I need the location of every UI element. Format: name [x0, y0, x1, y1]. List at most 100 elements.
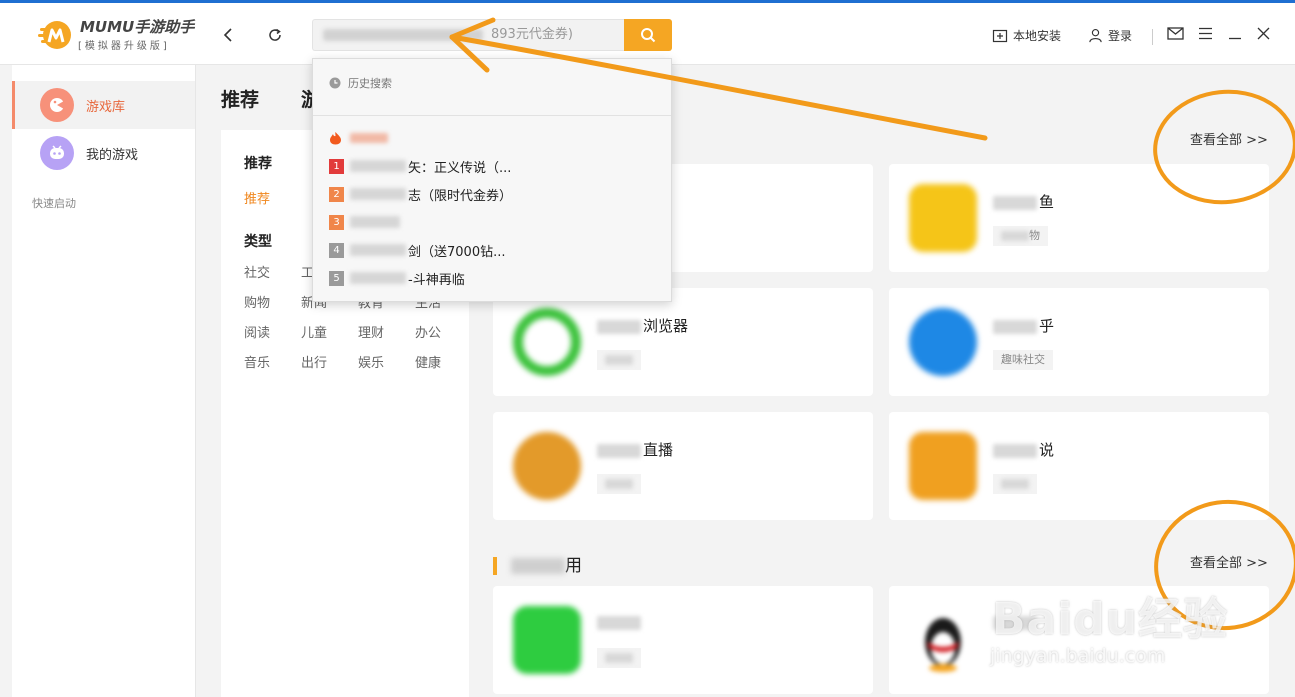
app-card[interactable]: 说 — [889, 412, 1269, 520]
sidebar-item-game-library[interactable]: 游戏库 — [12, 81, 195, 129]
rank-badge: 4 — [329, 242, 344, 258]
clock-icon — [329, 77, 341, 89]
quick-launch-label: 快速启动 — [32, 197, 76, 210]
blurred-text — [605, 355, 633, 365]
category-item[interactable]: 娱乐 — [358, 352, 415, 371]
sidebar-item-my-games[interactable]: 我的游戏 — [12, 129, 195, 177]
mumu-logo-icon — [38, 21, 71, 49]
local-install-icon — [992, 29, 1008, 42]
blurred-text — [993, 195, 1037, 210]
blurred-text — [350, 133, 388, 143]
view-all-link-2[interactable]: 查看全部 >> — [1190, 552, 1268, 571]
zhihu-app-icon — [909, 308, 977, 376]
penguin-icon — [925, 618, 961, 672]
login-label: 登录 — [1108, 29, 1133, 43]
category-item[interactable]: 购物 — [244, 292, 301, 311]
hot-search-item[interactable]: 4 剑（送7000钻... — [329, 241, 506, 260]
app-name: 说 — [993, 439, 1054, 460]
category-item[interactable]: 办公 — [415, 322, 472, 341]
blurred-text — [350, 244, 406, 256]
novel-app-icon — [909, 432, 977, 500]
category-heading-type: 类型 — [244, 234, 272, 250]
hot-search-text: 剑（送7000钻... — [408, 244, 506, 260]
app-tag: 物 — [993, 226, 1048, 246]
search-button[interactable] — [624, 19, 672, 51]
blurred-text — [511, 558, 565, 574]
rank-badge: 5 — [329, 270, 344, 286]
sidebar-item-label: 游戏库 — [86, 99, 126, 115]
minimize-button[interactable] — [1228, 27, 1242, 40]
hot-search-text: -斗神再临 — [408, 272, 465, 288]
search-icon — [641, 28, 656, 43]
sidebar-item-label: 我的游戏 — [86, 147, 139, 163]
blurred-text — [350, 160, 406, 172]
toolbar-divider — [1152, 29, 1153, 45]
blurred-text — [597, 443, 641, 458]
blurred-text — [1001, 231, 1029, 241]
rank-badge: 2 — [329, 186, 344, 202]
app-tag: 趣味社交 — [993, 350, 1053, 370]
close-button[interactable] — [1257, 27, 1270, 40]
app-name: 浏览器 — [597, 315, 688, 336]
hot-search-text: 志（限时代金券） — [408, 188, 513, 204]
blurred-text — [350, 188, 406, 200]
mail-icon — [1167, 27, 1184, 40]
section-title: 用 — [493, 551, 582, 576]
local-install-button[interactable]: 本地安装 — [992, 27, 1061, 44]
category-item-recommend[interactable]: 推荐 — [244, 188, 270, 207]
blurred-text — [993, 443, 1037, 458]
blurred-text — [605, 479, 633, 489]
baidu-watermark-url: jingyan.baidu.com — [990, 645, 1166, 667]
hot-search-item[interactable]: 1 矢：正义传说（... — [329, 157, 511, 176]
view-all-link-1[interactable]: 查看全部 >> — [1190, 129, 1268, 148]
app-card[interactable]: 鱼 物 — [889, 164, 1269, 272]
rank-badge: 3 — [329, 214, 344, 230]
category-item[interactable]: 理财 — [358, 322, 415, 341]
login-button[interactable]: 登录 — [1088, 27, 1132, 44]
mail-button[interactable] — [1167, 27, 1184, 40]
app-icon — [909, 184, 977, 252]
category-item[interactable]: 出行 — [301, 352, 358, 371]
rank-badge: 1 — [329, 158, 344, 174]
category-heading-recommend: 推荐 — [244, 156, 272, 172]
app-card[interactable]: 浏览器 — [493, 288, 873, 396]
app-card[interactable]: 乎 趣味社交 — [889, 288, 1269, 396]
app-card[interactable] — [493, 586, 873, 694]
refresh-button[interactable] — [263, 23, 287, 47]
history-search-label: 历史搜索 — [348, 77, 392, 90]
top-bar: MUMU手游助手 [模拟器升级版] 893元代金券) 本地安装 登录 — [0, 3, 1295, 65]
menu-button[interactable] — [1198, 27, 1213, 40]
game-library-icon — [40, 88, 74, 122]
app-name — [597, 613, 643, 631]
category-item[interactable]: 音乐 — [244, 352, 301, 371]
category-item[interactable]: 儿童 — [301, 322, 358, 341]
blurred-text — [597, 319, 641, 334]
hamburger-menu-icon — [1199, 27, 1212, 40]
category-item[interactable]: 社交 — [244, 262, 301, 281]
blurred-placeholder — [323, 28, 483, 41]
dropdown-divider — [313, 115, 671, 116]
hot-search-item[interactable]: 2 志（限时代金券） — [329, 185, 513, 204]
search-input[interactable]: 893元代金券) — [312, 19, 624, 51]
section-accent-bar — [493, 557, 497, 575]
browser-app-icon — [513, 308, 581, 376]
app-tag — [597, 474, 641, 494]
minimize-icon — [1229, 37, 1241, 40]
app-name: 乎 — [993, 315, 1054, 336]
live-app-icon — [513, 432, 581, 500]
wechat-app-icon — [513, 606, 581, 674]
app-window: MUMU手游助手 [模拟器升级版] 893元代金券) 本地安装 登录 游戏库 我… — [0, 0, 1295, 697]
hot-search-item[interactable]: 3 — [329, 213, 402, 231]
category-item[interactable]: 阅读 — [244, 322, 301, 341]
left-sidebar: 游戏库 我的游戏 快速启动 — [12, 65, 196, 697]
back-button[interactable] — [216, 23, 240, 47]
blurred-text — [605, 653, 633, 663]
blurred-text — [350, 216, 400, 228]
hot-search-item[interactable]: 5 -斗神再临 — [329, 269, 465, 288]
category-item[interactable]: 健康 — [415, 352, 472, 371]
tab-recommend[interactable]: 推荐 — [221, 85, 259, 112]
app-name: 直播 — [597, 439, 673, 460]
user-icon — [1089, 29, 1102, 43]
app-card[interactable]: 直播 — [493, 412, 873, 520]
my-games-icon — [40, 136, 74, 170]
